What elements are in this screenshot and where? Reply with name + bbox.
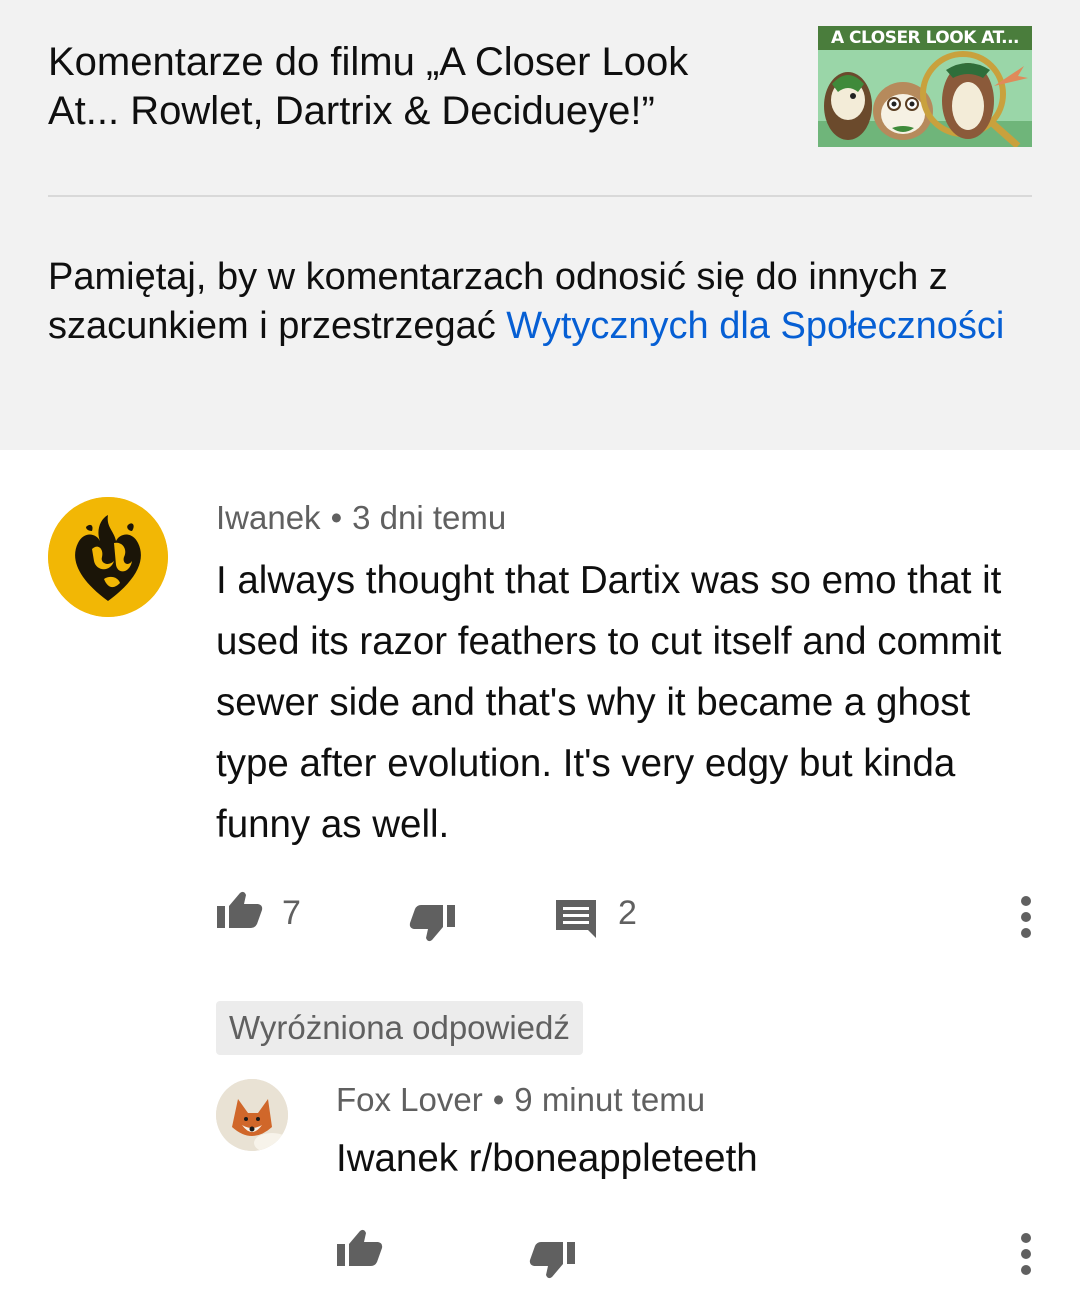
reply-avatar[interactable] <box>216 1079 288 1151</box>
comment-text: I always thought that Dartix was so emo … <box>216 559 1002 846</box>
comments-header: Komentarze do filmu „A Closer Look At...… <box>0 0 1080 450</box>
more-vert-icon[interactable] <box>1014 895 1038 939</box>
like-count: 7 <box>282 894 301 932</box>
fox-photo-icon <box>216 1079 288 1151</box>
reply-time: 9 minut temu <box>514 1081 706 1118</box>
community-guidelines-link[interactable]: Wytycznych dla Społeczności <box>506 305 1004 347</box>
reply-meta: Fox Lover • 9 minut temu <box>336 1080 705 1120</box>
meta-separator: • <box>330 499 343 536</box>
avatar[interactable] <box>48 497 168 617</box>
comment-icon[interactable] <box>554 898 598 940</box>
thumb-up-icon[interactable] <box>216 890 264 930</box>
reply-thumb-up-icon[interactable] <box>336 1228 384 1268</box>
thumb-down-icon[interactable] <box>408 903 456 943</box>
reply-meta-separator: • <box>492 1081 505 1118</box>
flame-heart-icon <box>48 497 168 617</box>
header-divider <box>48 195 1032 197</box>
reply-thumb-down-icon[interactable] <box>528 1240 576 1280</box>
community-guidelines-notice: Pamiętaj, by w komentarzach odnosić się … <box>48 253 1038 351</box>
video-thumbnail[interactable]: A CLOSER LOOK AT... <box>818 26 1032 147</box>
reply-count: 2 <box>618 894 637 932</box>
comment-author[interactable]: Iwanek <box>216 499 321 536</box>
thumbnail-banner: A CLOSER LOOK AT... <box>818 26 1032 50</box>
video-title[interactable]: Komentarze do filmu „A Closer Look At...… <box>48 38 768 136</box>
highlighted-reply-badge: Wyróżniona odpowiedź <box>216 1001 583 1055</box>
reply-text: Iwanek r/boneappleteeth <box>336 1137 758 1180</box>
comment-time: 3 dni temu <box>352 499 507 536</box>
comment-meta: Iwanek • 3 dni temu <box>216 498 506 538</box>
reply-more-vert-icon[interactable] <box>1014 1232 1038 1276</box>
reply-author[interactable]: Fox Lover <box>336 1081 483 1118</box>
